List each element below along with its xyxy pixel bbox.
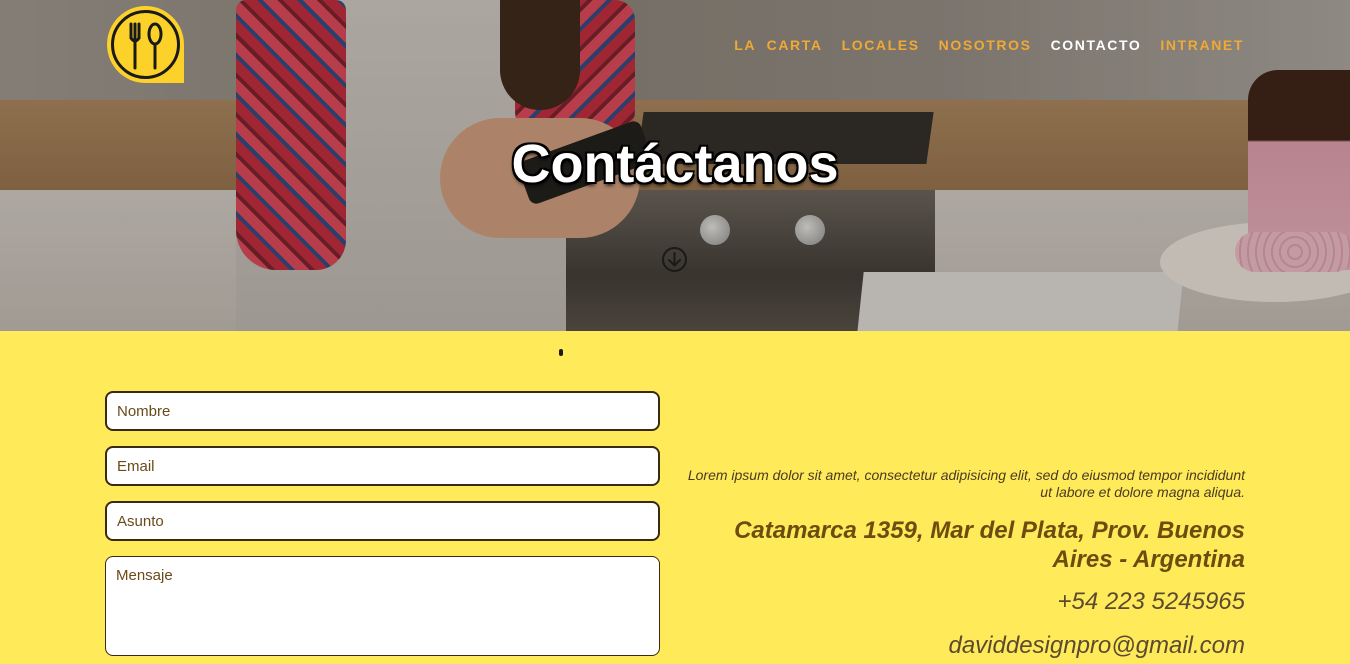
main-nav: LA CARTA LOCALES NOSOTROS CONTACTO INTRA…	[715, 37, 1244, 53]
fork-spoon-icon	[111, 10, 180, 79]
contact-description: Lorem ipsum dolor sit amet, consectetur …	[687, 467, 1245, 500]
contact-email[interactable]: daviddesignpro@gmail.com	[685, 632, 1245, 660]
subject-field[interactable]	[105, 501, 660, 541]
site-logo[interactable]	[107, 6, 184, 83]
nav-item-la-carta[interactable]: LA CARTA	[734, 37, 822, 53]
nav-item-locales[interactable]: LOCALES	[842, 37, 920, 53]
page-title: Contáctanos	[511, 134, 839, 194]
contact-phone[interactable]: +54 223 5245965	[685, 588, 1245, 616]
email-field[interactable]	[105, 446, 660, 486]
nav-item-intranet[interactable]: INTRANET	[1160, 37, 1244, 53]
nav-item-nosotros[interactable]: NOSOTROS	[939, 37, 1032, 53]
contact-address: Catamarca 1359, Mar del Plata, Prov. Bue…	[734, 517, 1245, 573]
name-field[interactable]	[105, 391, 660, 431]
arrow-down-circle-icon	[662, 247, 687, 272]
scroll-down-button[interactable]	[661, 246, 688, 273]
decorative-dot	[559, 349, 563, 356]
message-field[interactable]	[105, 556, 660, 656]
nav-item-contacto[interactable]: CONTACTO	[1051, 37, 1142, 53]
